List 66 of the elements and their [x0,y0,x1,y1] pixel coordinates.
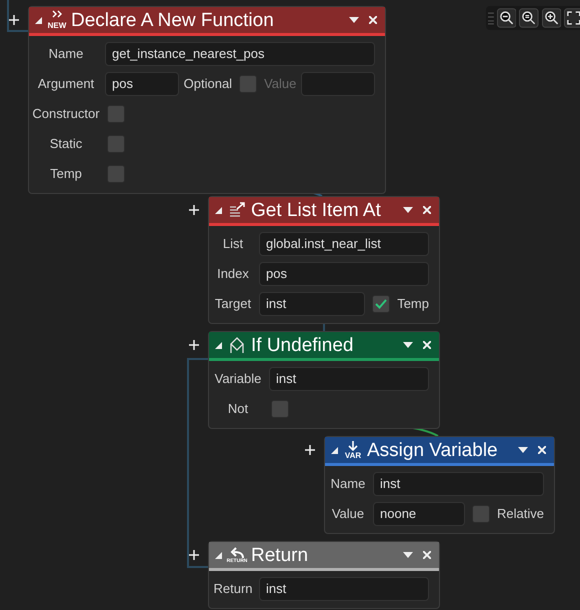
collapse-triangle-icon[interactable] [215,552,222,558]
field-label: Temp [397,294,429,313]
dropdown-caret-icon[interactable] [403,552,413,558]
field-label: Temp [49,164,83,183]
checkbox[interactable] [472,504,490,522]
list-arrow-icon [227,201,247,219]
zoom-out-icon[interactable] [496,8,516,28]
checkbox[interactable] [107,134,125,152]
field-label: Constructor [32,104,100,123]
input-field[interactable]: global.inst_near_list [259,232,429,256]
close-icon[interactable] [423,551,431,559]
input-field[interactable]: inst [259,576,429,600]
collapse-triangle-icon[interactable] [215,342,222,348]
node-title: Declare A New Function [71,10,275,30]
field-label: Optional [184,74,232,93]
close-icon[interactable] [423,206,431,214]
node-title: Return [251,546,310,564]
close-icon[interactable] [369,16,377,24]
checkbox[interactable] [239,74,258,92]
connector-line [7,0,28,32]
field-label: Static [48,134,84,153]
zoom-reset-icon[interactable] [519,8,539,28]
checkbox[interactable] [271,400,289,418]
dropdown-caret-icon[interactable] [349,17,359,23]
add-icon[interactable] [305,445,315,455]
input-field[interactable]: pos [105,72,179,96]
field-label: Index [216,264,250,283]
field-label: Not [226,400,250,418]
field-label: Argument [36,74,96,93]
field-label: Value [330,504,366,523]
input-field[interactable]: inst [269,366,429,390]
node-title: If Undefined [251,336,354,354]
grip-icon[interactable] [488,11,494,25]
input-field[interactable]: noone [373,502,466,526]
close-icon[interactable] [538,446,546,454]
field-label: Name [330,474,366,493]
add-icon[interactable] [189,340,199,350]
collapse-triangle-icon[interactable] [215,206,222,214]
field-label: Relative [497,504,544,523]
fit-view-icon[interactable] [564,8,580,28]
add-icon[interactable] [189,550,199,560]
input-field[interactable] [301,72,375,96]
field-label: List [222,234,244,253]
field-label: Value [264,74,296,93]
dropdown-caret-icon[interactable] [518,447,528,453]
collapse-triangle-icon[interactable] [35,16,42,24]
field-label: Target [214,294,252,313]
collapse-triangle-icon[interactable] [331,446,338,454]
field-label: Name [48,44,84,63]
field-label: Variable [214,370,262,388]
checkbox[interactable] [107,164,125,182]
node-title: Assign Variable [367,440,499,460]
input-field[interactable]: get_instance_nearest_pos [105,42,375,66]
add-icon[interactable] [189,205,199,215]
close-icon[interactable] [423,341,431,349]
zoom-in-icon[interactable] [542,8,562,28]
node-title: Get List Item At [251,200,382,220]
add-icon[interactable] [9,15,19,25]
checkbox[interactable] [107,104,125,122]
field-label: Return [212,580,254,598]
input-field[interactable]: inst [373,472,544,496]
checkbox[interactable] [372,294,390,312]
dropdown-caret-icon[interactable] [403,342,413,348]
input-field[interactable]: inst [259,292,366,316]
input-field[interactable]: pos [259,262,429,286]
dropdown-caret-icon[interactable] [403,207,413,213]
